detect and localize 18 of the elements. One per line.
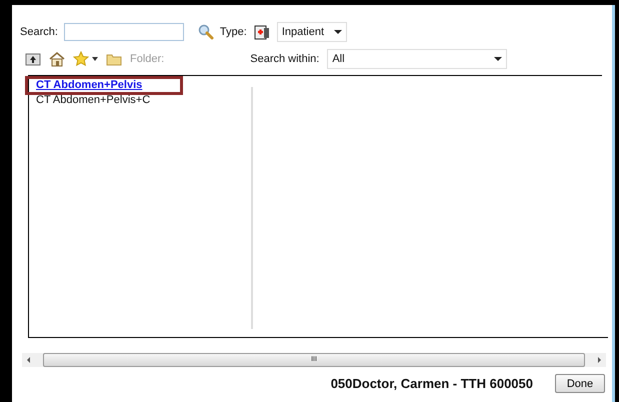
folder-label: Folder: (130, 53, 164, 65)
type-dropdown[interactable]: Inpatient (276, 22, 347, 42)
search-label: Search: (20, 26, 58, 38)
search-within-label: Search within: (250, 53, 320, 65)
star-icon[interactable] (73, 51, 89, 67)
result-item[interactable]: CT Abdomen+Pelvis+C (29, 93, 251, 107)
folder-up-icon[interactable] (25, 52, 41, 66)
caret-icon[interactable] (92, 57, 98, 61)
search-icon[interactable] (198, 24, 214, 40)
folder-icon[interactable] (106, 52, 122, 66)
home-icon[interactable] (49, 51, 65, 67)
search-within-dropdown[interactable]: All (327, 49, 508, 69)
search-field[interactable] (64, 23, 184, 41)
result-item[interactable]: CT Abdomen+Pelvis (25, 76, 183, 95)
status-text: 050Doctor, Carmen - TTH 600050 (330, 376, 533, 391)
type-label: Type: (220, 26, 247, 38)
done-button[interactable]: Done (555, 374, 605, 393)
medical-kit-icon (252, 23, 271, 41)
